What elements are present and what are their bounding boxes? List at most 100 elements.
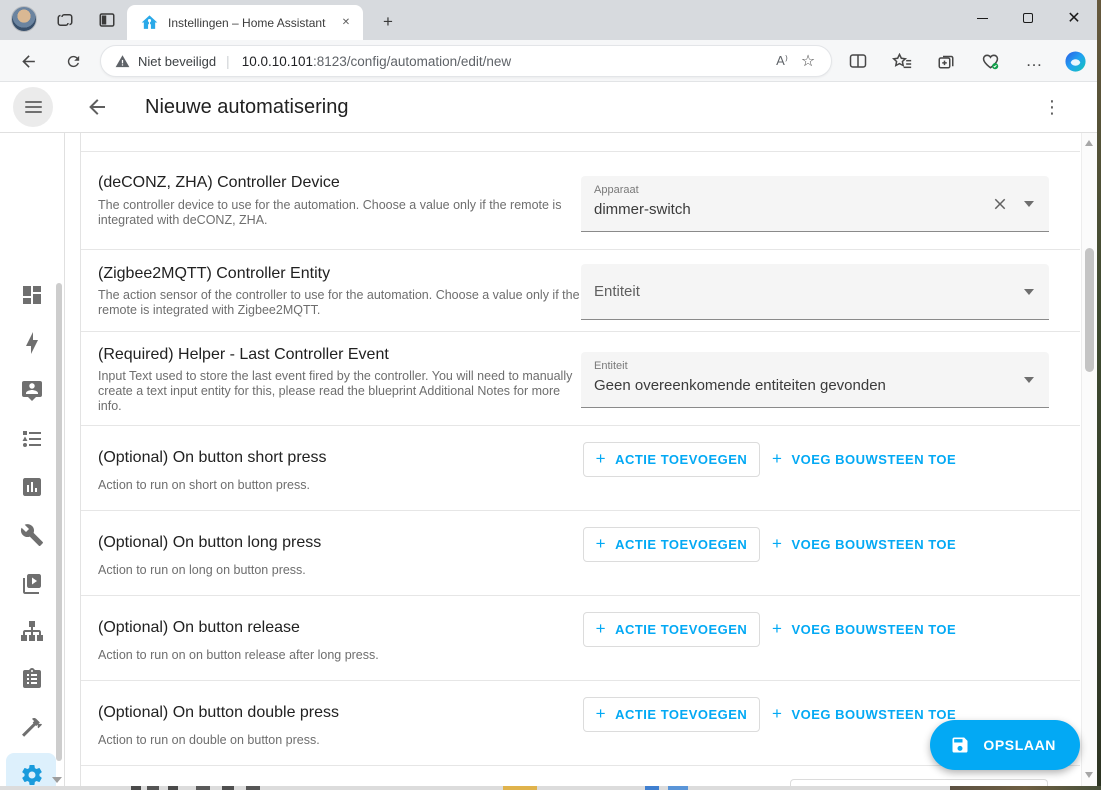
- sidebar-item-dashboard[interactable]: [20, 283, 44, 307]
- browser-tab[interactable]: Instellingen – Home Assistant ✕: [127, 5, 363, 40]
- row-title: (Optional) On button short press: [98, 449, 327, 467]
- select-value: dimmer-switch: [594, 201, 691, 218]
- browser-toolbar: Niet beveiligd | 10.0.10.101:8123/config…: [0, 40, 1097, 82]
- device-select[interactable]: Apparaat dimmer-switch: [581, 176, 1049, 232]
- home-assistant-favicon: [141, 14, 158, 31]
- row-description: Action to run on long on button press.: [98, 563, 580, 578]
- entity-select[interactable]: Entiteit: [581, 264, 1049, 320]
- add-action-button[interactable]: + ACTIE TOEVOEGEN: [583, 442, 760, 477]
- screen: Instellingen – Home Assistant ✕ + ✕ Niet…: [0, 0, 1101, 790]
- address-bar[interactable]: Niet beveiligd | 10.0.10.101:8123/config…: [100, 45, 832, 77]
- collections-icon[interactable]: [934, 49, 958, 73]
- copilot-icon[interactable]: [1063, 49, 1087, 73]
- row-double-press: (Optional) On button double press Action…: [81, 681, 1080, 766]
- workspaces-icon[interactable]: [53, 8, 77, 32]
- window-close-button[interactable]: ✕: [1051, 0, 1097, 36]
- tab-close-icon[interactable]: ✕: [337, 14, 355, 32]
- add-action-button[interactable]: + ACTIE TOEVOEGEN: [583, 612, 760, 647]
- sidebar-item-logbook[interactable]: [20, 427, 44, 451]
- favorites-hub-icon[interactable]: [890, 49, 914, 73]
- refresh-icon[interactable]: [61, 49, 85, 73]
- row-title: (deCONZ, ZHA) Controller Device: [98, 174, 340, 192]
- ha-sidebar: 1 GG: [0, 133, 65, 786]
- sidebar-item-media-browser[interactable]: [20, 571, 44, 595]
- sidebar-item-history[interactable]: [20, 475, 44, 499]
- url-path: :8123/config/automation/edit/new: [313, 54, 511, 69]
- select-placeholder: Entiteit: [594, 283, 640, 300]
- row-description: Action to run on short on button press.: [98, 478, 580, 493]
- plus-icon: +: [596, 619, 606, 639]
- chevron-down-icon[interactable]: [1024, 289, 1034, 295]
- add-action-label: ACTIE TOEVOEGEN: [615, 707, 747, 722]
- plus-icon: +: [772, 619, 782, 639]
- window-minimize-button[interactable]: [959, 0, 1005, 36]
- page-scrollbar[interactable]: [1081, 133, 1097, 786]
- add-action-button[interactable]: + ACTIE TOEVOEGEN: [583, 697, 760, 732]
- row-description: Action to run on double on button press.: [98, 733, 580, 748]
- clear-icon[interactable]: [991, 195, 1009, 213]
- add-building-block-button[interactable]: + VOEG BOUWSTEEN TOE: [772, 442, 972, 477]
- not-secure-warning-icon: [115, 54, 130, 69]
- settings-more-icon[interactable]: …: [1022, 49, 1046, 73]
- row-short-press: (Optional) On button short press Action …: [81, 426, 1080, 511]
- plus-icon: +: [596, 449, 606, 469]
- tab-title: Instellingen – Home Assistant: [168, 16, 337, 30]
- window-maximize-button[interactable]: [1005, 0, 1051, 36]
- row-partial-top: [81, 133, 1080, 152]
- scrollbar-thumb[interactable]: [1085, 248, 1094, 372]
- browser-profile-avatar[interactable]: [11, 6, 37, 32]
- save-label: OPSLAAN: [983, 737, 1056, 753]
- browser-tab-bar: Instellingen – Home Assistant ✕ + ✕: [0, 0, 1097, 40]
- sidebar-item-todo[interactable]: [20, 667, 44, 691]
- add-building-block-label: VOEG BOUWSTEEN TOE: [791, 707, 956, 722]
- taskbar-sliver: [0, 786, 1101, 790]
- sidebar-item-developer-tools[interactable]: [20, 715, 44, 739]
- add-action-label: ACTIE TOEVOEGEN: [615, 537, 747, 552]
- add-building-block-button[interactable]: + VOEG BOUWSTEEN TOE: [772, 612, 972, 647]
- row-long-press: (Optional) On button long press Action t…: [81, 511, 1080, 596]
- select-label: Entiteit: [594, 360, 628, 372]
- tab-actions-icon[interactable]: [95, 8, 119, 32]
- sidebar-item-map[interactable]: [20, 379, 44, 403]
- chevron-down-icon[interactable]: [1024, 377, 1034, 383]
- select-label: Apparaat: [594, 184, 639, 196]
- add-action-label: ACTIE TOEVOEGEN: [615, 622, 747, 637]
- row-helper: (Required) Helper - Last Controller Even…: [81, 332, 1080, 426]
- sidebar-item-integrations[interactable]: [20, 619, 44, 643]
- security-label: Niet beveiligd: [138, 54, 216, 69]
- url-host: 10.0.10.101: [242, 54, 313, 69]
- new-tab-button[interactable]: +: [376, 10, 400, 34]
- chevron-down-icon[interactable]: [1024, 201, 1034, 207]
- scroll-down-icon[interactable]: [1085, 772, 1093, 778]
- save-icon: [950, 735, 970, 755]
- back-icon[interactable]: [16, 49, 40, 73]
- save-button[interactable]: OPSLAAN: [930, 720, 1080, 770]
- add-action-label: ACTIE TOEVOEGEN: [615, 452, 747, 467]
- add-building-block-label: VOEG BOUWSTEEN TOE: [791, 452, 956, 467]
- helper-select[interactable]: Entiteit Geen overeenkomende entiteiten …: [581, 352, 1049, 408]
- row-title: (Zigbee2MQTT) Controller Entity: [98, 265, 330, 283]
- url-text: 10.0.10.101:8123/config/automation/edit/…: [242, 54, 769, 69]
- back-arrow-icon[interactable]: [85, 95, 109, 119]
- add-building-block-button[interactable]: + VOEG BOUWSTEEN TOE: [772, 527, 972, 562]
- overflow-menu-icon[interactable]: ⋮: [1043, 94, 1061, 120]
- row-controller-device: (deCONZ, ZHA) Controller Device The cont…: [81, 152, 1080, 250]
- sidebar-scroll-down-icon[interactable]: [52, 777, 62, 783]
- cutoff-button[interactable]: [790, 779, 1048, 786]
- plus-icon: +: [772, 534, 782, 554]
- read-aloud-icon[interactable]: A⁾: [769, 49, 795, 73]
- browser-essentials-icon[interactable]: [978, 49, 1002, 73]
- split-screen-icon[interactable]: [846, 49, 870, 73]
- row-title: (Required) Helper - Last Controller Even…: [98, 346, 389, 364]
- sidebar-item-energy[interactable]: [20, 331, 44, 355]
- favorite-star-icon[interactable]: ☆: [795, 49, 821, 73]
- sidebar-scrollbar[interactable]: [56, 283, 62, 761]
- page-title: Nieuwe automatisering: [145, 96, 348, 119]
- sidebar-item-tools[interactable]: [20, 523, 44, 547]
- sidebar-menu-button[interactable]: [13, 87, 53, 127]
- sidebar-item-settings[interactable]: [20, 763, 44, 786]
- add-action-button[interactable]: + ACTIE TOEVOEGEN: [583, 527, 760, 562]
- scroll-up-icon[interactable]: [1085, 140, 1093, 146]
- row-partial-bottom: [81, 766, 1080, 786]
- row-description: The controller device to use for the aut…: [98, 198, 580, 228]
